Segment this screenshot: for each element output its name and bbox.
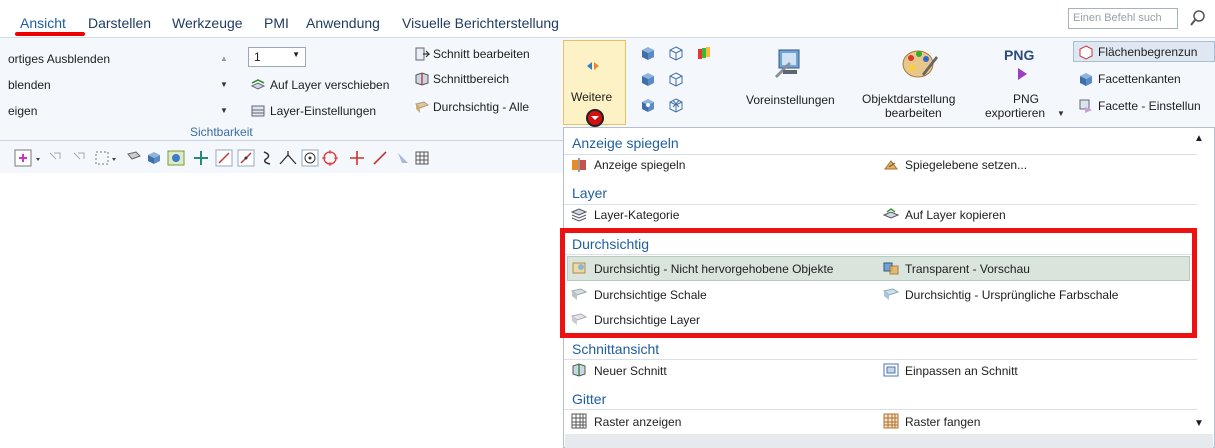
menu-item-neuer-schnitt[interactable]: Neuer Schnitt: [594, 364, 667, 378]
new-section-icon: [572, 363, 586, 377]
search-icon[interactable]: [1188, 8, 1208, 28]
section-schnittansicht: Schnittansicht: [572, 341, 660, 357]
section-layer: Layer: [572, 185, 608, 201]
ribbon-item-ausblenden[interactable]: ortiges Ausblenden: [8, 52, 110, 66]
copy-to-layer-icon: [883, 208, 899, 219]
tab-pmi[interactable]: PMI: [264, 15, 289, 31]
edit-section-icon: [415, 47, 430, 61]
layer-settings-icon: [251, 105, 265, 117]
png-exportieren-button[interactable]: exportieren: [985, 106, 1045, 120]
section-divider: [564, 409, 1197, 410]
facet-settings-icon: [1079, 99, 1092, 113]
durchsichtig-alle-button[interactable]: Durchsichtig - Alle: [433, 100, 529, 114]
auf-layer-verschieben-button[interactable]: Auf Layer verschieben: [270, 78, 389, 92]
png-label[interactable]: PNG: [1013, 92, 1039, 106]
mesh-cube-icon[interactable]: [668, 97, 684, 113]
play-arrow-icon: [1018, 68, 1027, 80]
menu-item-raster-anzeigen[interactable]: Raster anzeigen: [594, 415, 681, 429]
section-anzeige-spiegeln: Anzeige spiegeln: [572, 135, 679, 151]
menu-item-raster-fangen[interactable]: Raster fangen: [905, 415, 980, 429]
color-palette-icon[interactable]: [696, 45, 712, 61]
tab-anwendung[interactable]: Anwendung: [306, 15, 380, 31]
menu-item-einpassen-an-schnitt[interactable]: Einpassen an Schnitt: [905, 364, 1018, 378]
png-title-icon: PNG: [1004, 47, 1035, 63]
face-boundary-icon: [1079, 45, 1093, 60]
facettenkanten-button[interactable]: Facettenkanten: [1098, 72, 1181, 86]
mirror-view-icon: [587, 62, 599, 70]
section-divider: [564, 359, 1197, 360]
ribbon-item-zeigen[interactable]: eigen: [8, 104, 37, 118]
mirror-display-icon: [572, 158, 586, 172]
chevron-down-icon: [591, 116, 599, 120]
set-mirror-plane-icon: [884, 160, 898, 170]
chevron-down-icon: ▼: [292, 50, 300, 59]
edges-cube-icon[interactable]: [640, 97, 656, 113]
scroll-up-icon[interactable]: ▲: [1194, 133, 1204, 144]
scroll-down-icon[interactable]: ▼: [1194, 418, 1204, 429]
weitere-dropdown-marker[interactable]: [586, 109, 604, 127]
tab-darstellen[interactable]: Darstellen: [88, 15, 151, 31]
facette-einstellung-button[interactable]: Facette - Einstellun: [1098, 99, 1201, 113]
menu-item-spiegelebene-setzen[interactable]: Spiegelebene setzen...: [905, 158, 1027, 172]
move-to-layer-icon: [250, 79, 266, 90]
object-display-icon: [902, 50, 938, 78]
transparent-all-icon: [415, 101, 430, 113]
layer-category-icon: [571, 208, 587, 222]
menu-item-layer-kategorie[interactable]: Layer-Kategorie: [594, 208, 679, 222]
section-divider: [564, 154, 1197, 155]
menu-item-auf-layer-kopieren[interactable]: Auf Layer kopieren: [905, 208, 1006, 222]
section-gitter: Gitter: [572, 391, 607, 407]
scroll-up-icon[interactable]: ▲: [220, 54, 228, 63]
grid-show-icon: [571, 413, 587, 429]
tab-ansicht[interactable]: Ansicht: [20, 15, 66, 31]
wireframe-cube-icon[interactable]: [668, 45, 684, 61]
layer-combo[interactable]: 1 ▼: [248, 47, 306, 67]
facet-edges-icon: [1080, 73, 1092, 86]
section-divider: [564, 204, 1197, 205]
objektdarstellung-label-2[interactable]: bearbeiten: [885, 106, 942, 120]
voreinstellungen-button[interactable]: Voreinstellungen: [746, 93, 835, 107]
fit-to-section-icon: [883, 363, 899, 377]
tab-visuelle-berichterstellung[interactable]: Visuelle Berichterstellung: [402, 15, 559, 31]
dropdown-footer-bar: [565, 434, 1213, 448]
chevron-down-icon[interactable]: ▼: [1057, 109, 1065, 118]
preferences-icon: [775, 49, 800, 78]
highlight-annotation-box: [560, 228, 1197, 338]
expand-icon[interactable]: ▼: [220, 106, 228, 115]
active-tab-underline: [15, 32, 85, 36]
flaechenbegrenzung-label: Flächenbegrenzun: [1098, 45, 1198, 59]
section-range-icon: [415, 72, 429, 86]
grid-snap-icon: [883, 413, 899, 429]
hidden-line-cube-icon[interactable]: [668, 71, 684, 87]
tab-werkzeuge[interactable]: Werkzeuge: [172, 15, 243, 31]
command-search-input[interactable]: Einen Befehl such: [1068, 8, 1178, 29]
solid-cube-icon[interactable]: [640, 71, 656, 87]
group-label-sichtbarkeit: Sichtbarkeit: [190, 125, 253, 139]
shaded-cube-icon[interactable]: [640, 45, 656, 61]
menu-item-anzeige-spiegeln[interactable]: Anzeige spiegeln: [594, 158, 685, 172]
ribbon-item-blenden[interactable]: blenden: [8, 78, 51, 92]
schnitt-bearbeiten-button[interactable]: Schnitt bearbeiten: [433, 47, 530, 61]
objektdarstellung-label-1[interactable]: Objektdarstellung: [862, 92, 955, 106]
layer-combo-value: 1: [254, 50, 261, 64]
dropdown-arrow-icon[interactable]: ▼: [220, 80, 228, 89]
menu-bar: Ansicht Darstellen Werkzeuge PMI Anwendu…: [0, 0, 1215, 34]
schnittbereich-button[interactable]: Schnittbereich: [433, 72, 509, 86]
layer-einstellungen-button[interactable]: Layer-Einstellungen: [270, 104, 376, 118]
weitere-label: Weitere: [571, 90, 613, 104]
selection-toolbar-icons[interactable]: [14, 149, 559, 167]
